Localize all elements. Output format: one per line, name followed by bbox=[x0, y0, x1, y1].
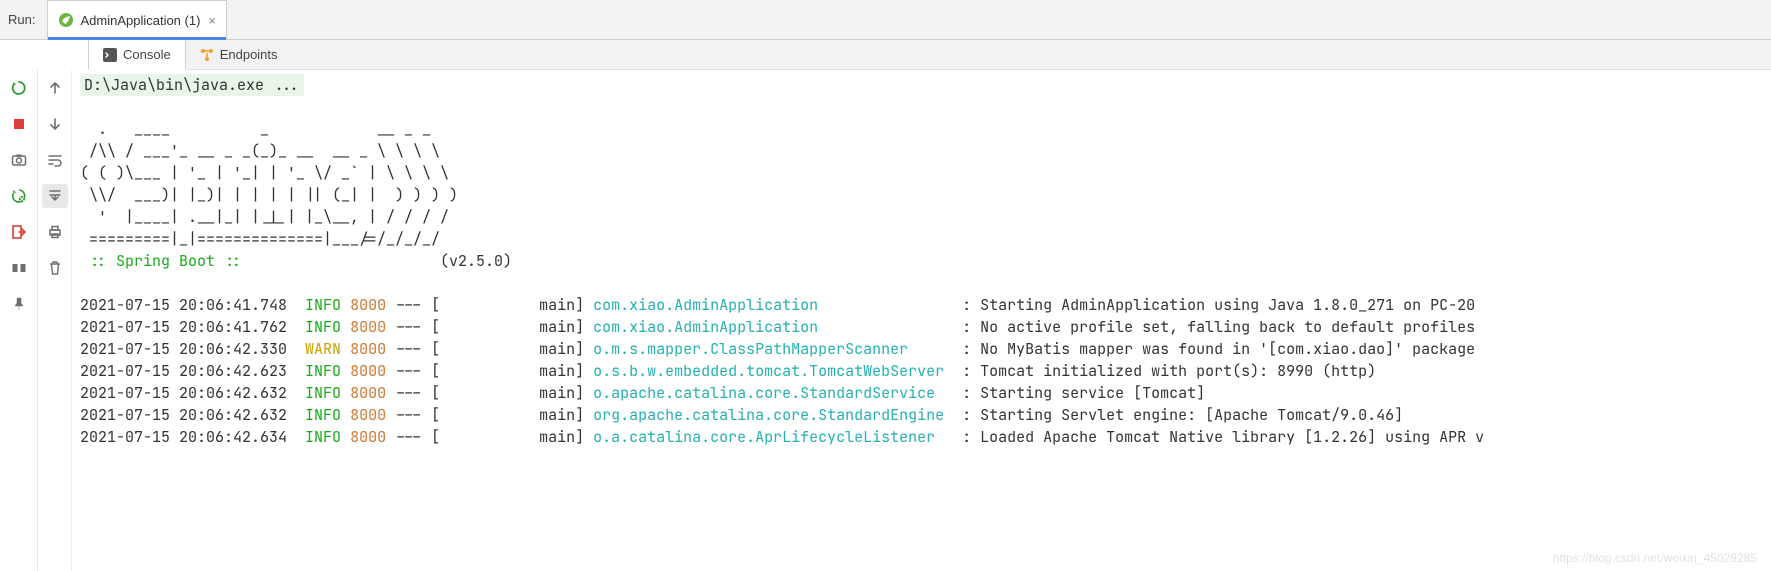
pin-button[interactable] bbox=[6, 292, 32, 316]
debug-rerun-button[interactable] bbox=[6, 184, 32, 208]
tab-console[interactable]: Console bbox=[88, 40, 186, 70]
rerun-button[interactable] bbox=[6, 76, 32, 100]
tab-endpoints[interactable]: Endpoints bbox=[186, 40, 292, 69]
run-tabbar: Run: AdminApplication (1) × bbox=[0, 0, 1771, 40]
run-label: Run: bbox=[8, 12, 35, 27]
console-toolbar bbox=[38, 70, 72, 571]
exit-button[interactable] bbox=[6, 220, 32, 244]
stop-button[interactable] bbox=[6, 112, 32, 136]
console-icon bbox=[103, 48, 117, 62]
soft-wrap-button[interactable] bbox=[42, 148, 68, 172]
run-tab-name: AdminApplication (1) bbox=[80, 13, 200, 28]
tab-endpoints-label: Endpoints bbox=[220, 47, 278, 62]
scroll-down-button[interactable] bbox=[42, 112, 68, 136]
endpoints-icon bbox=[200, 48, 214, 62]
scroll-to-end-button[interactable] bbox=[42, 184, 68, 208]
layout-button[interactable] bbox=[6, 256, 32, 280]
print-button[interactable] bbox=[42, 220, 68, 244]
capture-button[interactable] bbox=[6, 148, 32, 172]
console-output[interactable]: D:\Java\bin\java.exe ... . ____ _ __ _ _… bbox=[72, 70, 1771, 571]
left-toolbar bbox=[0, 70, 38, 571]
tab-console-label: Console bbox=[123, 47, 171, 62]
close-icon[interactable]: × bbox=[208, 13, 216, 28]
scroll-up-button[interactable] bbox=[42, 76, 68, 100]
delete-button[interactable] bbox=[42, 256, 68, 280]
subtab-bar: Console Endpoints bbox=[88, 40, 1771, 70]
run-tab-adminapplication[interactable]: AdminApplication (1) × bbox=[47, 0, 227, 39]
spring-leaf-icon bbox=[58, 12, 74, 28]
watermark: https://blog.csdn.net/weixin_45029285 bbox=[1553, 551, 1757, 565]
